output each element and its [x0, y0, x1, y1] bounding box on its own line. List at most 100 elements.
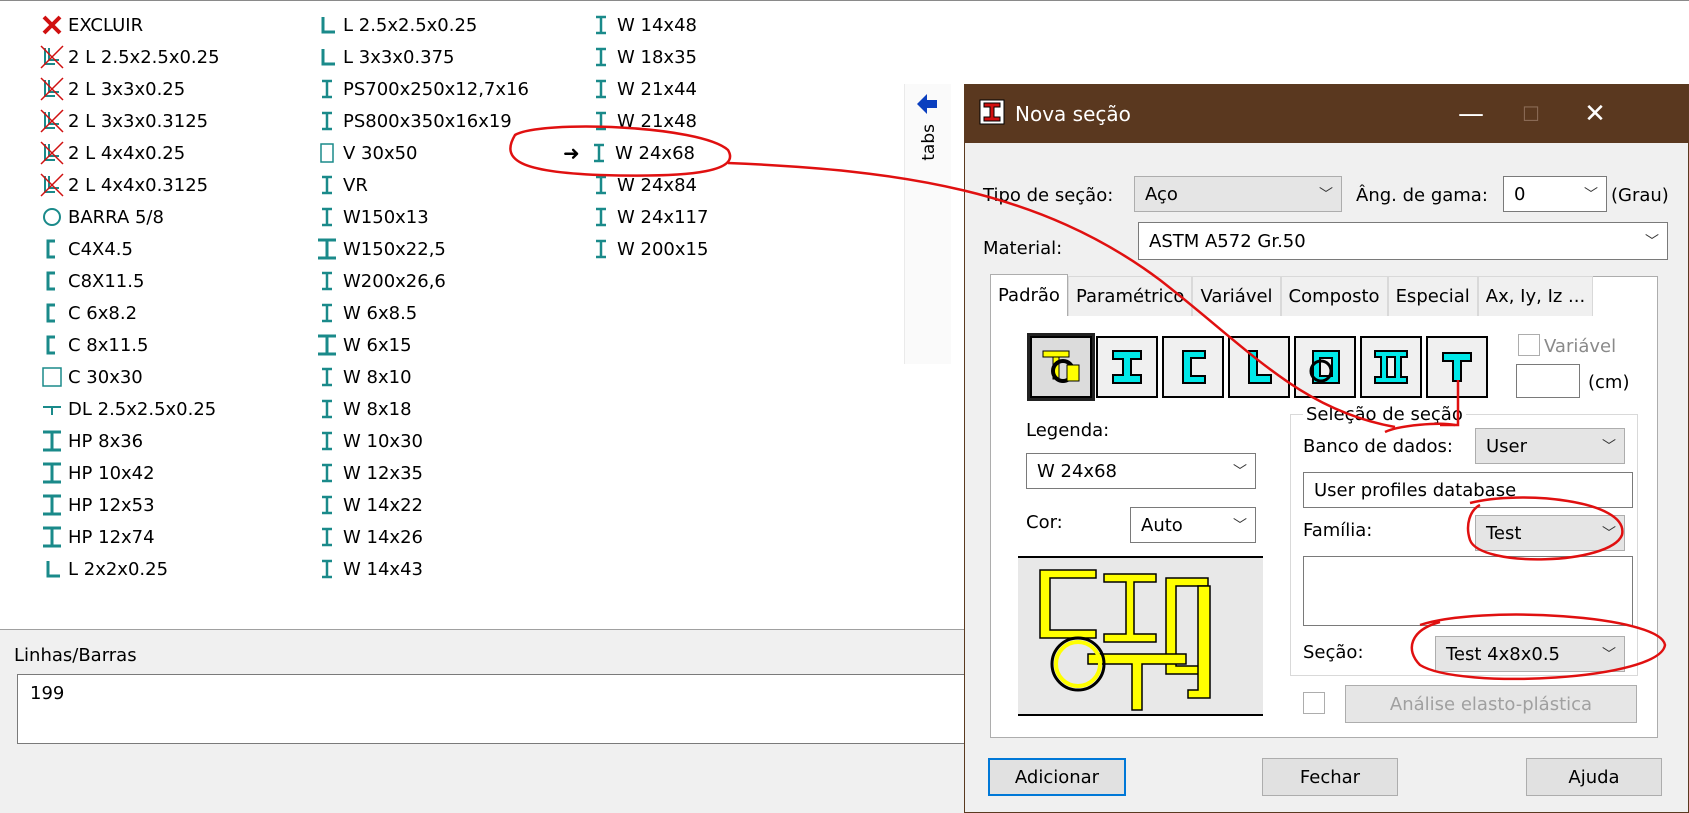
i-beam-app-icon: [979, 99, 1005, 129]
tee-section-icon[interactable]: [1426, 336, 1488, 398]
section-select[interactable]: Test 4x8x0.5 ﹀: [1435, 636, 1625, 672]
list-item-label: W 8x18: [343, 398, 412, 420]
list-item-label: HP 12x74: [68, 526, 155, 548]
database-select[interactable]: User ﹀: [1475, 428, 1625, 464]
list-item[interactable]: VR: [313, 169, 529, 201]
list-item[interactable]: W 14x43: [313, 553, 529, 585]
list-item-label: C 8x11.5: [68, 334, 149, 356]
add-button[interactable]: Adicionar: [988, 758, 1126, 796]
angle-section-icon[interactable]: [1228, 336, 1290, 398]
list-item[interactable]: C 30x30: [38, 361, 220, 393]
list-item[interactable]: W 10x30: [313, 425, 529, 457]
list-item[interactable]: PS700x250x12,7x16: [313, 73, 529, 105]
list-item[interactable]: C8X11.5: [38, 265, 220, 297]
minimize-button[interactable]: —: [1441, 85, 1501, 143]
list-item[interactable]: 2 L 4x4x0.3125: [38, 169, 220, 201]
tab-3[interactable]: Composto: [1280, 276, 1388, 316]
tube-section-icon[interactable]: [1294, 336, 1356, 398]
tab-2[interactable]: Variável: [1192, 276, 1281, 316]
help-button[interactable]: Ajuda: [1526, 758, 1662, 796]
list-item[interactable]: W 21x48: [587, 105, 708, 137]
multi-shape-icon[interactable]: [1027, 333, 1095, 401]
tab-0[interactable]: Padrão: [990, 274, 1068, 316]
list-item[interactable]: W 18x35: [587, 41, 708, 73]
list-item[interactable]: L 3x3x0.375: [313, 41, 529, 73]
list-item[interactable]: W 24x117: [587, 201, 708, 233]
list-item[interactable]: HP 12x74: [38, 521, 220, 553]
i-beam-icon: [587, 14, 615, 36]
list-item[interactable]: ➜ W 24x68: [563, 137, 708, 169]
list-item-label: DL 2.5x2.5x0.25: [68, 398, 217, 420]
variable-checkbox[interactable]: [1518, 334, 1540, 356]
list-item[interactable]: W 8x18: [313, 393, 529, 425]
color-select[interactable]: Auto ﹀: [1130, 507, 1256, 543]
material-select[interactable]: ASTM A572 Gr.50 ﹀: [1138, 222, 1668, 260]
list-item[interactable]: HP 10x42: [38, 457, 220, 489]
list-item[interactable]: 2 L 2.5x2.5x0.25: [38, 41, 220, 73]
list-item[interactable]: 2 L 3x3x0.3125: [38, 105, 220, 137]
list-item-label: EXCLUIR: [68, 14, 144, 36]
database-value: User: [1486, 435, 1528, 457]
section-value: Test 4x8x0.5: [1446, 643, 1561, 665]
list-item[interactable]: W 14x48: [587, 9, 708, 41]
double-angle-crossed-icon: [38, 140, 66, 166]
side-tabs-strip[interactable]: tabs: [904, 84, 951, 364]
list-item[interactable]: W 12x35: [313, 457, 529, 489]
list-item[interactable]: W 14x22: [313, 489, 529, 521]
elastoplastic-checkbox[interactable]: [1303, 692, 1325, 714]
gamma-angle-select[interactable]: 0 ﹀: [1503, 176, 1607, 212]
channel-icon: [38, 334, 66, 356]
list-item[interactable]: W150x13: [313, 201, 529, 233]
i-section-icon[interactable]: [1096, 336, 1158, 398]
list-item[interactable]: BARRA 5/8: [38, 201, 220, 233]
back-arrow-icon[interactable]: [915, 92, 939, 120]
list-item[interactable]: W 14x26: [313, 521, 529, 553]
section-type-select[interactable]: Aço ﹀: [1134, 176, 1342, 212]
legend-select[interactable]: W 24x68 ﹀: [1026, 453, 1256, 489]
i-beam-icon: [313, 206, 341, 228]
list-item[interactable]: DL 2.5x2.5x0.25: [38, 393, 220, 425]
list-item[interactable]: 2 L 3x3x0.25: [38, 73, 220, 105]
list-item[interactable]: C4X4.5: [38, 233, 220, 265]
list-item[interactable]: W 21x44: [587, 73, 708, 105]
list-item[interactable]: W 6x15: [313, 329, 529, 361]
wide-i-beam-icon: [38, 461, 66, 485]
list-item[interactable]: W200x26,6: [313, 265, 529, 297]
list-item[interactable]: W150x22,5: [313, 233, 529, 265]
list-item[interactable]: L 2x2x0.25: [38, 553, 220, 585]
list-item[interactable]: EXCLUIR: [38, 9, 220, 41]
side-tab-label[interactable]: tabs: [919, 124, 939, 161]
size-field[interactable]: [1516, 364, 1580, 398]
list-item-label: W 12x35: [343, 462, 423, 484]
tab-5[interactable]: Ax, Iy, Iz ...: [1477, 276, 1594, 316]
list-item[interactable]: W 8x10: [313, 361, 529, 393]
list-item[interactable]: PS800x350x16x19: [313, 105, 529, 137]
list-item[interactable]: L 2.5x2.5x0.25: [313, 9, 529, 41]
database-description-field[interactable]: User profiles database: [1303, 472, 1633, 508]
tab-4[interactable]: Especial: [1387, 276, 1478, 316]
list-item[interactable]: 2 L 4x4x0.25: [38, 137, 220, 169]
lines-bars-field[interactable]: 199: [17, 674, 1007, 744]
list-item[interactable]: HP 12x53: [38, 489, 220, 521]
list-item[interactable]: C 8x11.5: [38, 329, 220, 361]
list-item[interactable]: V 30x50: [313, 137, 529, 169]
section-list-box[interactable]: [1303, 556, 1633, 626]
list-item[interactable]: C 6x8.2: [38, 297, 220, 329]
tab-1[interactable]: Paramétrico: [1067, 276, 1193, 316]
list-item-label: W 24x84: [617, 174, 697, 196]
unit-cm-label: (cm): [1588, 372, 1630, 393]
list-item[interactable]: HP 8x36: [38, 425, 220, 457]
channel-section-icon[interactable]: [1162, 336, 1224, 398]
close-dialog-button[interactable]: Fechar: [1262, 758, 1398, 796]
list-item[interactable]: W 6x8.5: [313, 297, 529, 329]
chevron-down-icon: ﹀: [1584, 187, 1598, 203]
double-i-section-icon[interactable]: [1360, 336, 1422, 398]
close-button[interactable]: ✕: [1565, 85, 1625, 143]
list-item[interactable]: W 200x15: [587, 233, 708, 265]
list-item[interactable]: W 24x84: [587, 169, 708, 201]
list-item-label: HP 12x53: [68, 494, 155, 516]
family-select[interactable]: Test ﹀: [1475, 515, 1625, 551]
i-beam-icon: [313, 78, 341, 100]
dialog-titlebar[interactable]: Nova seção — ☐ ✕: [965, 85, 1688, 143]
color-value: Auto: [1141, 514, 1183, 536]
